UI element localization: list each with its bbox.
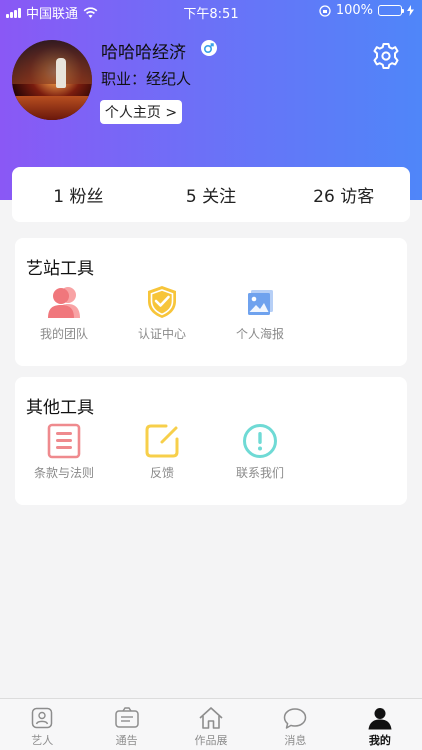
tab-messages[interactable]: 消息 [253, 699, 337, 750]
tab-artist[interactable]: 艺人 [0, 699, 84, 750]
status-bar: 中国联通 下午8:51 100% [0, 0, 422, 22]
gear-icon[interactable] [372, 42, 400, 70]
poster-icon [248, 290, 273, 315]
shield-check-icon [148, 286, 176, 318]
tab-works[interactable]: 作品展 [169, 699, 253, 750]
bottom-tab-bar: 艺人 通告 作品展 消息 我的 [0, 698, 422, 750]
avatar[interactable] [12, 40, 92, 120]
personal-homepage-button[interactable]: 个人主页 > [100, 100, 182, 124]
tool-label: 认证中心 [137, 327, 186, 341]
tool-label: 反馈 [149, 466, 174, 480]
tab-mine[interactable]: 我的 [338, 699, 422, 750]
chat-bubble-icon [284, 708, 307, 729]
team-icon [48, 287, 80, 318]
tool-label: 条款与法则 [33, 466, 94, 480]
stats-card: 1 粉丝 5 关注 26 访客 [12, 167, 410, 222]
user-icon [368, 708, 392, 730]
tab-label: 我的 [368, 734, 391, 747]
edit-icon [145, 424, 179, 458]
tab-label: 作品展 [194, 734, 228, 747]
feedback-tool[interactable]: 反馈 [113, 423, 211, 481]
certification-center-tool[interactable]: 认证中心 [113, 284, 211, 342]
male-gender-icon [201, 40, 217, 56]
tab-label: 艺人 [31, 734, 54, 747]
following-stat[interactable]: 5 关注 [145, 182, 278, 207]
charging-icon [407, 5, 414, 16]
document-icon [47, 423, 81, 459]
battery-icon [378, 5, 404, 16]
followers-stat[interactable]: 1 粉丝 [12, 182, 145, 207]
tab-label: 消息 [284, 734, 307, 747]
home-icon [199, 707, 223, 729]
user-occupation: 职业：经纪人 [101, 70, 192, 88]
artist-card-icon [31, 707, 53, 729]
other-tools-title: 其他工具 [26, 398, 94, 418]
user-name: 哈哈哈经济 [101, 43, 186, 63]
personal-poster-tool[interactable]: 个人海报 [211, 284, 309, 342]
contact-us-tool[interactable]: 联系我们 [211, 423, 309, 481]
tab-label: 通告 [115, 734, 138, 747]
station-tools-card: 艺站工具 我的团队 认证中心 个人海报 [15, 238, 407, 366]
visitors-stat[interactable]: 26 访客 [277, 182, 410, 207]
info-exclamation-icon [243, 424, 277, 458]
other-tools-card: 其他工具 条款与法则 反馈 联系我们 [15, 377, 407, 505]
battery-percent: 100% [335, 3, 373, 18]
notice-icon [114, 707, 139, 728]
tab-notice[interactable]: 通告 [84, 699, 168, 750]
tool-label: 联系我们 [235, 466, 284, 480]
rotation-lock-icon [319, 4, 331, 17]
my-team-tool[interactable]: 我的团队 [15, 284, 113, 342]
terms-and-rules-tool[interactable]: 条款与法则 [15, 423, 113, 481]
tool-label: 个人海报 [235, 327, 284, 341]
tool-label: 我的团队 [39, 327, 88, 341]
station-tools-title: 艺站工具 [26, 259, 94, 279]
